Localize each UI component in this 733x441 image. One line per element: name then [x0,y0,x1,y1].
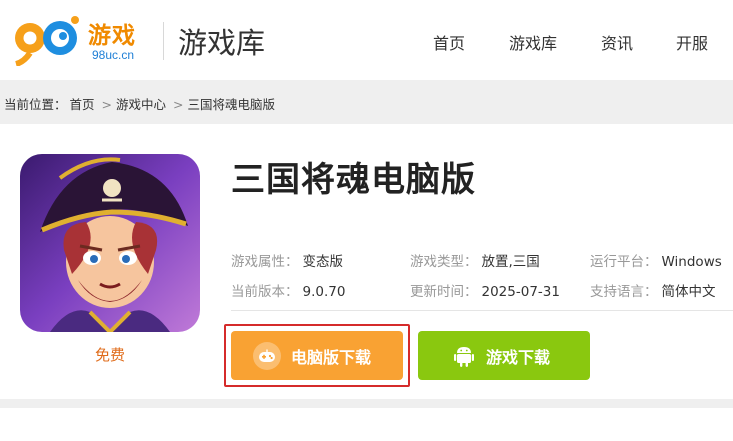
pc-download-button[interactable]: 电脑版下载 [231,331,403,380]
section-title: 游戏库 [178,26,266,60]
info-type-value: 放置,三国 [481,254,540,270]
breadcrumb-current: 三国将魂电脑版 [187,97,276,112]
price-label: 免费 [94,346,125,364]
info-updated-key: 更新时间： [410,284,478,300]
header-divider [163,22,164,60]
game-info-grid: 游戏属性： 变态版 游戏类型： 放置,三国 运行平台： Windows 当前版本： 9.… [231,244,733,311]
android-icon [452,342,476,370]
info-version-key: 当前版本： [231,284,299,300]
info-language-key: 支持语言： [590,284,658,300]
gamepad-icon [253,341,281,370]
info-attribute: 游戏属性： 变态版 [231,250,343,270]
info-type: 游戏类型： 放置,三国 [410,250,540,270]
nav-item-news[interactable]: 资讯 [601,30,633,54]
nav-item-home[interactable]: 首页 [433,30,465,54]
info-updated: 更新时间： 2025-07-31 [410,280,560,300]
nav-item-servers[interactable]: 开服 [676,30,708,54]
info-platform: 运行平台： Windows [590,250,722,270]
breadcrumb-separator: > [173,97,184,112]
breadcrumb-prefix: 当前位置： [4,97,67,112]
info-attribute-key: 游戏属性： [231,254,299,270]
pc-download-label: 电脑版下载 [291,347,372,367]
nav-item-game-library[interactable]: 游戏库 [509,30,557,54]
info-type-key: 游戏类型： [410,254,478,270]
game-detail-card: 免费 三国将魂电脑版 游戏属性： 变态版 游戏类型： 放置,三国 运行平台： Wind… [0,124,733,399]
android-download-label: 游戏下载 [486,347,551,367]
logo-mark-icon [15,16,79,66]
breadcrumb: 当前位置： 首页 > 游戏中心 > 三国将魂电脑版 [4,94,278,113]
info-language: 支持语言： 简体中文 [590,280,716,300]
breadcrumb-game-center[interactable]: 游戏中心 [116,97,166,112]
next-section [0,408,733,441]
info-version: 当前版本： 9.0.70 [231,280,345,300]
info-platform-key: 运行平台： [590,254,658,270]
info-attribute-value: 变态版 [302,254,344,270]
site-header: 游戏 98uc.cn 游戏库 首页 游戏库 资讯 开服 [0,0,733,80]
info-updated-value: 2025-07-31 [481,284,560,300]
android-download-button[interactable]: 游戏下载 [418,331,590,380]
game-title: 三国将魂电脑版 [231,160,476,200]
info-version-value: 9.0.70 [302,284,346,300]
game-icon[interactable] [20,154,200,332]
breadcrumb-separator: > [101,97,113,112]
breadcrumb-home[interactable]: 首页 [70,97,95,112]
info-language-value: 简体中文 [661,284,716,300]
info-divider [231,310,733,311]
logo-brand-text: 游戏 [88,23,136,49]
logo-site-text: 98uc.cn [92,48,135,62]
info-platform-value: Windows [661,254,722,270]
site-logo[interactable]: 游戏 98uc.cn [10,10,150,70]
